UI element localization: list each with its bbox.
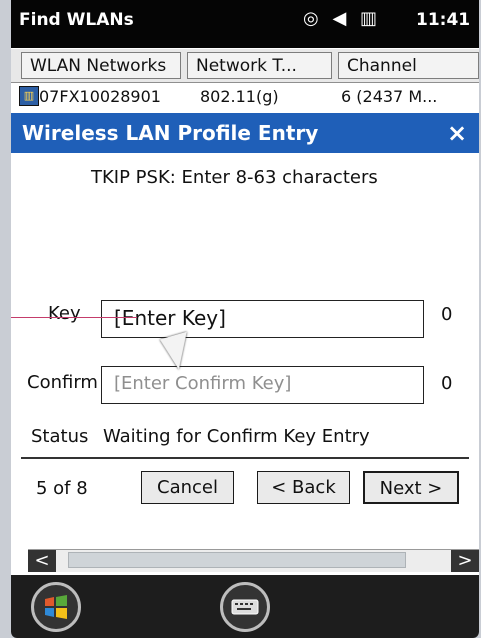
next-button[interactable]: Next >: [363, 471, 459, 504]
wifi-icon: ◎: [303, 8, 323, 29]
table-row[interactable]: ▥ 07FX10028901 802.11(g) 6 (2437 M...: [11, 83, 479, 113]
scrollbar-thumb[interactable]: [68, 552, 406, 568]
start-button[interactable]: [31, 582, 81, 632]
network-channel: 6 (2437 M...: [341, 87, 438, 106]
status-icons: ◎ ◀ ▥: [303, 8, 381, 29]
clock: 11:41: [416, 10, 471, 30]
bottom-bar: [11, 575, 479, 638]
column-header-channel[interactable]: Channel: [338, 52, 479, 79]
status-bar: Find WLANs ◎ ◀ ▥ 11:41: [11, 0, 479, 48]
confirm-label: Confirm: [27, 372, 98, 393]
page-indicator: 5 of 8: [36, 478, 88, 499]
entry-hint: TKIP PSK: Enter 8-63 characters: [91, 167, 378, 188]
keyboard-icon: [231, 599, 259, 615]
network-icon: ▥: [19, 86, 39, 106]
windows-logo-icon: [45, 595, 67, 619]
device-frame: Find WLANs ◎ ◀ ▥ 11:41 WLAN Networks Net…: [0, 0, 481, 638]
confirm-key-input[interactable]: [Enter Confirm Key]: [101, 366, 424, 404]
annotation-line: [11, 317, 137, 318]
scroll-left-icon[interactable]: <: [28, 550, 56, 572]
app-title: Find WLANs: [19, 10, 134, 30]
status-label: Status: [31, 426, 89, 447]
phone-screen: Find WLANs ◎ ◀ ▥ 11:41 WLAN Networks Net…: [11, 0, 479, 638]
table-header: WLAN Networks Network T... Channel: [11, 49, 479, 83]
network-name: 07FX10028901: [39, 87, 161, 106]
battery-icon: ▥: [360, 8, 382, 29]
cancel-button[interactable]: Cancel: [141, 471, 234, 504]
network-type: 802.11(g): [200, 87, 279, 106]
column-header-networks[interactable]: WLAN Networks: [21, 52, 181, 79]
close-icon[interactable]: ×: [447, 119, 467, 147]
key-label: Key: [48, 303, 81, 324]
back-button[interactable]: < Back: [257, 471, 350, 504]
dialog-content: TKIP PSK: Enter 8-63 characters Key [Ent…: [11, 153, 479, 548]
scroll-right-icon[interactable]: >: [451, 550, 479, 572]
key-count: 0: [441, 304, 453, 325]
keyboard-button[interactable]: [220, 582, 270, 632]
dialog-title-bar: Wireless LAN Profile Entry ×: [11, 113, 479, 153]
key-input[interactable]: [Enter Key]: [101, 300, 424, 338]
horizontal-scrollbar[interactable]: < >: [28, 549, 479, 572]
divider: [21, 457, 469, 459]
volume-icon: ◀: [332, 8, 351, 29]
status-message: Waiting for Confirm Key Entry: [103, 426, 370, 447]
confirm-count: 0: [441, 373, 453, 394]
column-header-network-type[interactable]: Network T...: [187, 52, 332, 79]
dialog-title: Wireless LAN Profile Entry: [22, 121, 319, 145]
